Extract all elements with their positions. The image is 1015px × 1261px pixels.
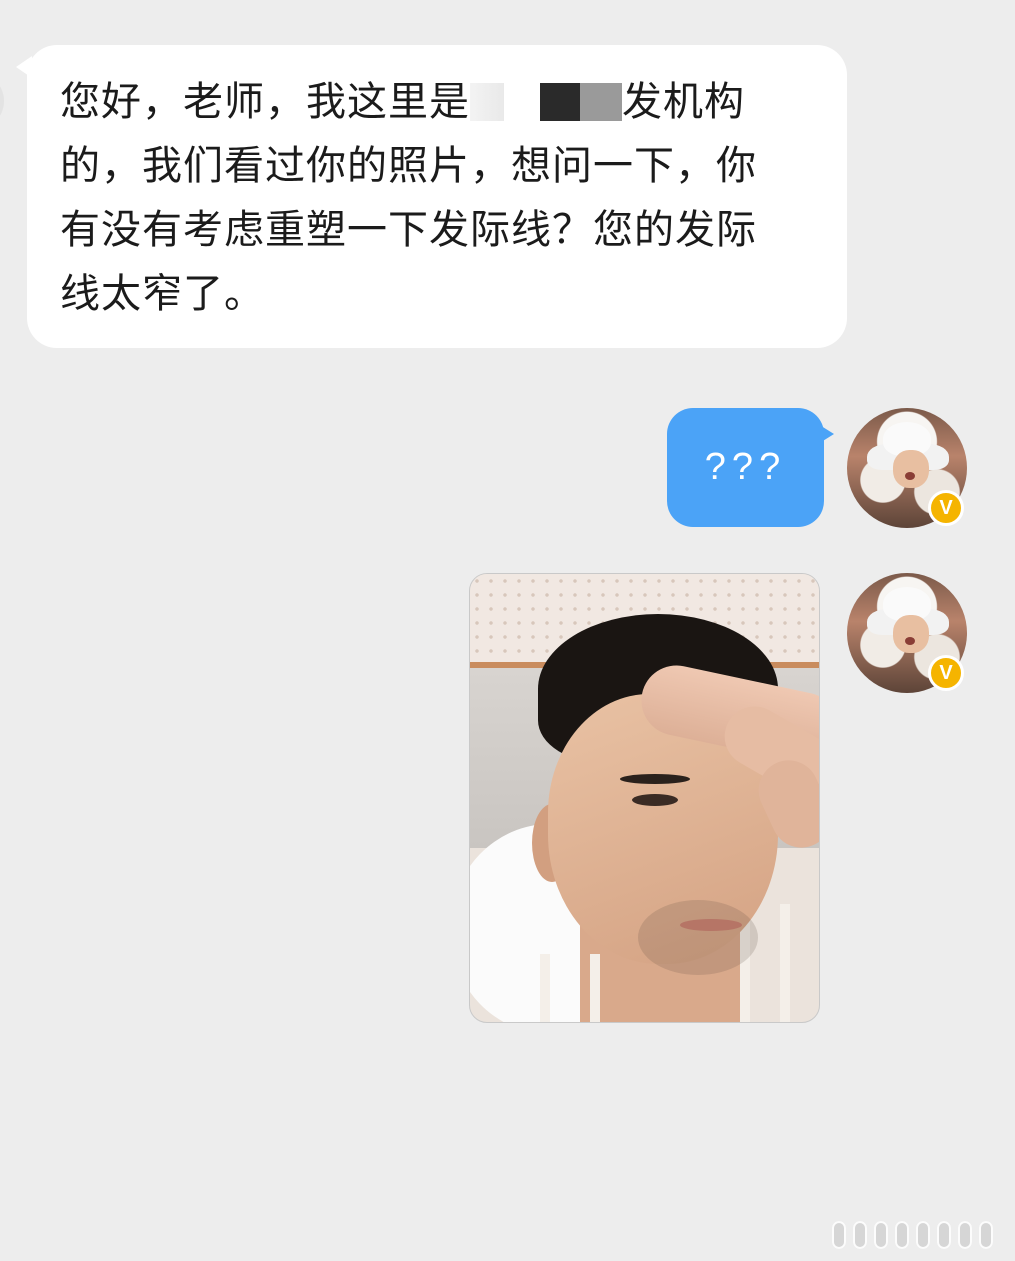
avatar-mouth (905, 472, 915, 480)
watermark-logo (832, 1218, 1004, 1252)
incoming-text-part-1: 您好，老师，我这里是 (60, 79, 470, 125)
photo-tank-strap (540, 954, 600, 1022)
redacted-blur (470, 83, 504, 121)
photo-eye (632, 794, 678, 806)
avatar-face (893, 615, 929, 653)
incoming-message-text: 您好，老师，我这里是 发机构的，我们看过你的照片，想问一下，你有没有考虑重塑一下发… (60, 70, 780, 326)
avatar-face (893, 450, 929, 488)
redacted-block (580, 83, 622, 121)
incoming-avatar-edge[interactable] (0, 72, 4, 130)
photo-message[interactable] (469, 573, 820, 1023)
outgoing-message-bubble[interactable]: ??? (667, 408, 824, 527)
photo-stubble (638, 900, 758, 975)
photo-mouth (680, 919, 742, 931)
outgoing-message-text: ??? (704, 446, 787, 488)
photo-eyebrow (620, 774, 690, 784)
verified-badge-icon: V (928, 490, 964, 526)
avatar-mouth (905, 637, 915, 645)
redacted-block (540, 83, 580, 121)
verified-badge-icon: V (928, 655, 964, 691)
